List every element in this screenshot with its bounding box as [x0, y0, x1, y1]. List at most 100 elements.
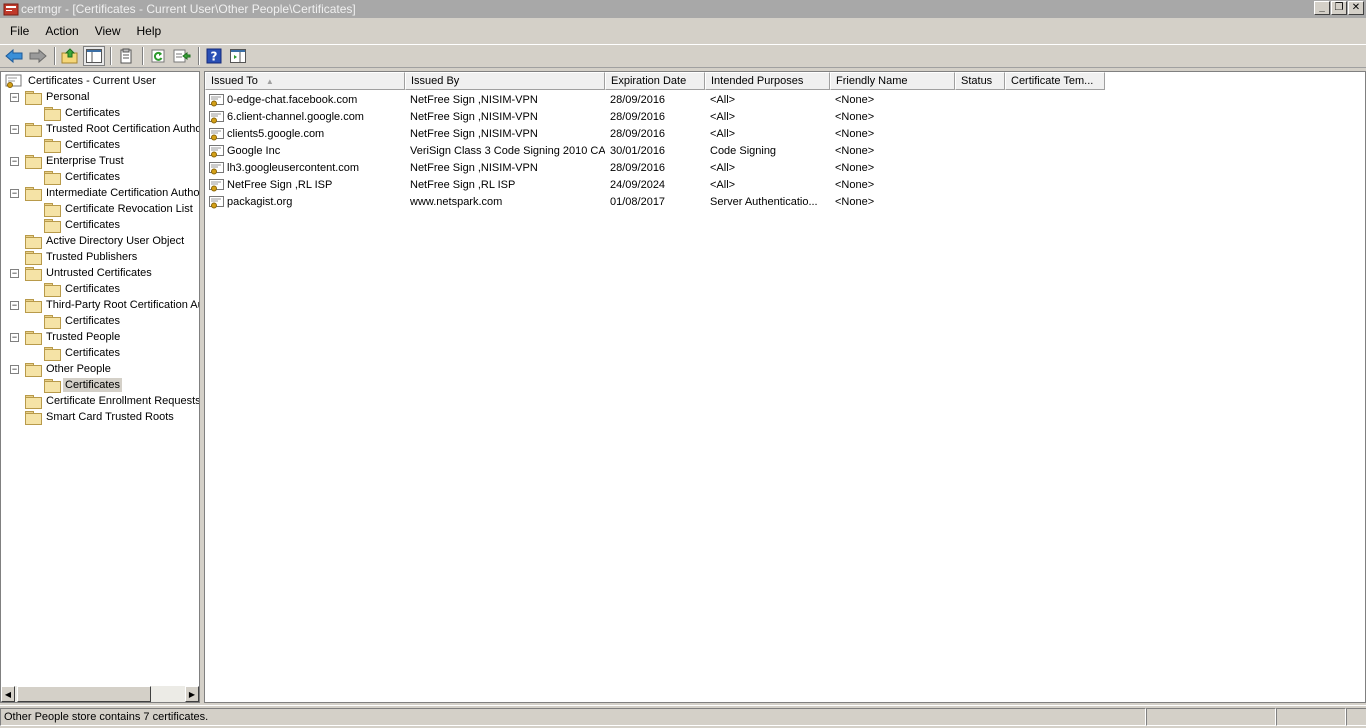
column-header[interactable]: Expiration Date: [605, 72, 705, 90]
tree-root[interactable]: Certificates - Current User: [5, 73, 158, 89]
tree-expand-toggle[interactable]: −: [10, 189, 19, 198]
tree-expand-toggle[interactable]: −: [10, 333, 19, 342]
scroll-right-button[interactable]: ▶: [185, 686, 199, 702]
menu-view[interactable]: View: [87, 24, 129, 38]
tree-expand-toggle[interactable]: −: [10, 93, 19, 102]
refresh-button[interactable]: [147, 46, 169, 66]
console-tree[interactable]: Certificates - Current User − Personal Cer…: [0, 71, 200, 703]
tree-item[interactable]: Certificate Enrollment Requests: [25, 393, 199, 409]
table-cell: <None>: [835, 161, 875, 174]
forward-button[interactable]: [27, 46, 49, 66]
table-cell: www.netspark.com: [410, 195, 503, 208]
folder-icon: [25, 362, 42, 377]
tree-expand-toggle[interactable]: −: [10, 269, 19, 278]
restore-button[interactable]: ❐: [1331, 1, 1347, 15]
table-row[interactable]: 0-edge-chat.facebook.com NetFree Sign ,NI…: [205, 91, 1105, 108]
properties-icon: [120, 48, 132, 64]
column-header[interactable]: Friendly Name: [830, 72, 955, 90]
export-list-button[interactable]: [171, 46, 193, 66]
tree-item[interactable]: Trusted People: [25, 329, 122, 345]
tree-item[interactable]: Certificates: [44, 217, 122, 233]
tree-item[interactable]: Certificate Revocation List: [44, 201, 195, 217]
table-row[interactable]: lh3.googleusercontent.com NetFree Sign ,N…: [205, 159, 1105, 176]
table-row[interactable]: 6.client-channel.google.com NetFree Sign …: [205, 108, 1105, 125]
tree-item[interactable]: Trusted Root Certification Authorities: [25, 121, 199, 137]
menu-help[interactable]: Help: [129, 24, 170, 38]
tree-item[interactable]: Certificates: [44, 169, 122, 185]
tree-item[interactable]: Trusted Publishers: [25, 249, 139, 265]
table-cell: NetFree Sign ,NISIM-VPN: [410, 161, 538, 174]
tree-item[interactable]: Personal: [25, 89, 91, 105]
tree-item-label: Certificates: [65, 315, 121, 327]
table-row[interactable]: clients5.google.com NetFree Sign ,NISIM-V…: [205, 125, 1105, 142]
scrollbar-thumb[interactable]: [17, 686, 151, 702]
table-cell: <All>: [710, 178, 736, 191]
column-header[interactable]: Issued To ▲: [205, 72, 405, 90]
table-cell: Server Authenticatio...: [710, 195, 818, 208]
tree-item[interactable]: Active Directory User Object: [25, 233, 186, 249]
tree-horizontal-scrollbar[interactable]: ◀ ▶: [1, 686, 199, 702]
up-folder-icon: [61, 48, 78, 64]
menu-file[interactable]: File: [0, 24, 37, 38]
toolbar: ?: [0, 44, 1366, 68]
back-button[interactable]: [3, 46, 25, 66]
menu-action[interactable]: Action: [37, 24, 86, 38]
column-header[interactable]: Intended Purposes: [705, 72, 830, 90]
tree-expand-toggle[interactable]: −: [10, 157, 19, 166]
certificate-icon: [209, 93, 224, 106]
column-header-label: Status: [961, 75, 993, 87]
table-cell: 6.client-channel.google.com: [205, 110, 405, 124]
forward-icon: [29, 48, 47, 64]
show-hide-tree-button[interactable]: [83, 46, 105, 66]
column-header[interactable]: Issued By: [405, 72, 605, 90]
column-header[interactable]: Status: [955, 72, 1005, 90]
show-action-pane-button[interactable]: [227, 46, 249, 66]
tree-item[interactable]: Third-Party Root Certification Authoriti…: [25, 297, 199, 313]
tree-item[interactable]: Certificates: [44, 281, 122, 297]
column-header[interactable]: Certificate Tem...: [1005, 72, 1105, 90]
tree-item-label: Third-Party Root Certification Authoriti…: [46, 299, 199, 311]
table-row[interactable]: packagist.org www.netspark.com 01/08/2017 S…: [205, 193, 1105, 210]
close-button[interactable]: ✕: [1348, 1, 1364, 15]
back-icon: [5, 48, 23, 64]
minimize-button[interactable]: _: [1314, 1, 1330, 15]
properties-button[interactable]: [115, 46, 137, 66]
certificate-icon: [209, 178, 224, 191]
folder-icon: [44, 346, 61, 361]
table-cell: 28/09/2016: [610, 127, 666, 140]
table-cell: 28/09/2016: [610, 161, 666, 174]
scroll-left-button[interactable]: ◀: [1, 686, 15, 702]
cell-issued-to: 6.client-channel.google.com: [227, 110, 364, 123]
table-row[interactable]: Google Inc VeriSign Class 3 Code Signing …: [205, 142, 1105, 159]
folder-icon: [25, 394, 42, 409]
certificate-list[interactable]: Issued To ▲ Issued By Expiration Date Intend…: [204, 71, 1366, 703]
window-controls: _ ❐ ✕: [1314, 1, 1364, 15]
table-cell: lh3.googleusercontent.com: [205, 161, 405, 175]
tree-item[interactable]: Certificates: [44, 345, 122, 361]
tree-item[interactable]: Certificates: [44, 313, 122, 329]
up-one-level-button[interactable]: [59, 46, 81, 66]
tree-item[interactable]: Certificates: [44, 137, 122, 153]
tree-expand-toggle[interactable]: −: [10, 125, 19, 134]
tree-expand-toggle[interactable]: −: [10, 365, 19, 374]
folder-icon: [44, 378, 61, 393]
tree-item[interactable]: Certificates: [44, 377, 123, 393]
list-rows: 0-edge-chat.facebook.com NetFree Sign ,NI…: [205, 91, 1105, 210]
table-cell: 01/08/2017: [610, 195, 666, 208]
tree-item-label: Intermediate Certification Authorities: [46, 187, 200, 199]
certificate-icon: [209, 161, 224, 174]
tree-item[interactable]: Smart Card Trusted Roots: [25, 409, 176, 425]
export-list-icon: [173, 49, 191, 63]
tree-item[interactable]: Untrusted Certificates: [25, 265, 154, 281]
folder-icon: [44, 218, 61, 233]
toolbar-separator: [142, 47, 144, 65]
tree-expand-toggle[interactable]: −: [10, 301, 19, 310]
tree-item[interactable]: Intermediate Certification Authorities: [25, 185, 200, 201]
folder-icon: [44, 138, 61, 153]
table-row[interactable]: NetFree Sign ,RL ISP NetFree Sign ,RL ISP…: [205, 176, 1105, 193]
title-bar: certmgr - [Certificates - Current User\O…: [0, 0, 1366, 18]
help-button[interactable]: ?: [203, 46, 225, 66]
tree-item[interactable]: Other People: [25, 361, 113, 377]
tree-item[interactable]: Enterprise Trust: [25, 153, 126, 169]
tree-item[interactable]: Certificates: [44, 105, 122, 121]
